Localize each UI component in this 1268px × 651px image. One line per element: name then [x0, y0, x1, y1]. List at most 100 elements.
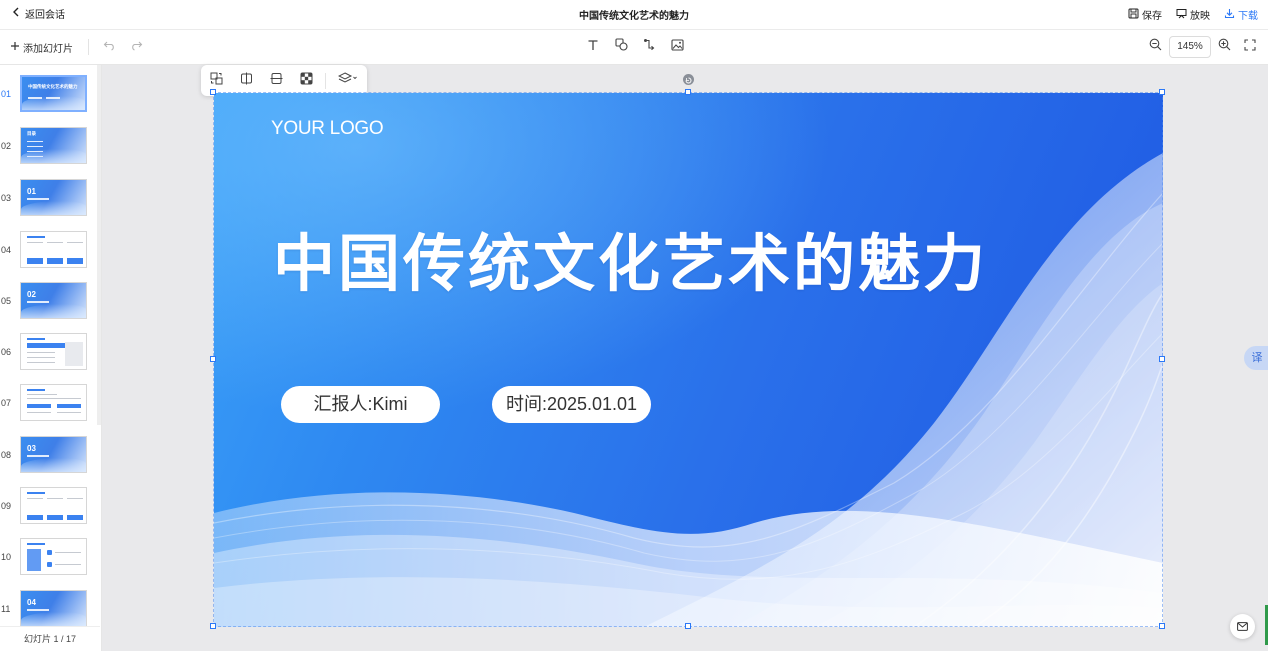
thumb-line	[27, 362, 55, 363]
resize-handle-right[interactable]	[1159, 356, 1165, 362]
thumb-line	[57, 412, 81, 413]
insert-shape-button[interactable]	[614, 38, 628, 54]
thumb-block	[47, 550, 52, 555]
flip-horizontal-button[interactable]	[239, 72, 254, 88]
toolbar-divider	[88, 39, 89, 55]
resize-handle-left[interactable]	[210, 356, 216, 362]
slide-thumb-07[interactable]: 07	[0, 384, 101, 424]
thumb-block	[27, 404, 51, 408]
thumb-section-number: 03	[27, 444, 36, 453]
zoom-in-button[interactable]	[1218, 38, 1231, 56]
resize-handle-bottom-left[interactable]	[210, 623, 216, 629]
thumb-photo	[65, 342, 83, 366]
thumb-line	[55, 552, 81, 553]
insert-tools	[586, 38, 684, 54]
thumb-line	[55, 564, 81, 565]
download-label: 下载	[1238, 11, 1258, 22]
thumb-block	[27, 343, 65, 348]
top-actions: 保存 放映 下载	[1128, 7, 1258, 22]
slide-thumb-05[interactable]: 05 02	[0, 282, 101, 322]
zoom-out-icon	[1149, 38, 1162, 55]
thumb-line	[27, 498, 43, 499]
transparency-button[interactable]	[299, 72, 314, 88]
slide-logo-text[interactable]: YOUR LOGO	[271, 118, 384, 140]
present-button[interactable]: 放映	[1176, 7, 1210, 22]
zoom-in-icon	[1218, 38, 1231, 55]
rotate-handle[interactable]	[683, 74, 694, 85]
save-button[interactable]: 保存	[1128, 7, 1162, 22]
add-slide-button[interactable]: 添加幻灯片	[10, 40, 73, 55]
slide-thumbnail-panel: 01 中国传统文化艺术的魅力 02 目录 03 01 04 05 02 06 0…	[0, 65, 102, 651]
mail-icon	[1237, 618, 1248, 636]
editor-toolbar: 添加幻灯片 145%	[0, 30, 1268, 65]
thumb-block	[47, 562, 52, 567]
document-title: 中国传统文化艺术的魅力	[579, 11, 689, 22]
redo-button[interactable]	[130, 39, 143, 54]
undo-button[interactable]	[103, 39, 116, 54]
slide-number: 02	[1, 141, 12, 151]
thumb-wave	[21, 304, 86, 318]
feedback-button[interactable]	[1230, 614, 1255, 639]
slide-thumb-11[interactable]: 11 04	[0, 590, 101, 630]
thumb-line	[67, 498, 83, 499]
slide-thumb-01[interactable]: 01 中国传统文化艺术的魅力	[0, 75, 101, 115]
thumb-block	[27, 258, 43, 264]
resize-handle-bottom[interactable]	[685, 623, 691, 629]
zoom-level-input[interactable]: 145%	[1169, 36, 1211, 58]
slide-thumbnail: 01	[20, 179, 87, 216]
slide-thumb-03[interactable]: 03 01	[0, 179, 101, 219]
date-pill[interactable]: 时间:2025.01.01	[492, 386, 651, 423]
replace-image-button[interactable]	[209, 72, 224, 90]
thumb-line	[27, 394, 57, 395]
slide-canvas[interactable]: YOUR LOGO 中国传统文化艺术的魅力 汇报人:Kimi 时间:2025.0…	[214, 93, 1163, 627]
thumb-block	[27, 515, 43, 520]
slide-thumb-09[interactable]: 09	[0, 487, 101, 527]
insert-connector-button[interactable]	[642, 39, 656, 54]
slide-counter: 幻灯片 1 / 17	[0, 626, 100, 651]
present-icon	[1176, 8, 1187, 22]
thumb-block	[57, 404, 81, 408]
thumb-line	[27, 242, 43, 243]
flip-vertical-button[interactable]	[269, 72, 284, 88]
slide-number: 11	[1, 604, 11, 614]
thumb-block	[27, 549, 41, 571]
replace-icon	[210, 72, 223, 90]
slide-number: 04	[1, 245, 12, 255]
download-button[interactable]: 下载	[1224, 7, 1258, 22]
thumb-line	[27, 146, 43, 147]
thumb-block	[67, 515, 83, 520]
thumb-wave	[21, 201, 86, 215]
slide-thumb-08[interactable]: 08 03	[0, 436, 101, 476]
slide-thumbnail: 中国传统文化艺术的魅力	[20, 75, 87, 112]
slide-number: 03	[1, 193, 12, 203]
reporter-pill[interactable]: 汇报人:Kimi	[281, 386, 440, 423]
slide-thumbnail	[20, 231, 87, 268]
zoom-out-button[interactable]	[1149, 38, 1162, 56]
slide-thumb-02[interactable]: 02 目录	[0, 127, 101, 167]
slide-thumb-10[interactable]: 10	[0, 538, 101, 578]
download-icon	[1224, 8, 1235, 22]
top-bar: 返回会话 中国传统文化艺术的魅力 保存 放映 下载	[0, 0, 1268, 30]
thumb-section-number: 01	[27, 187, 36, 196]
thumb-line	[27, 141, 43, 142]
slide-number: 05	[1, 296, 12, 306]
translate-button[interactable]: 译	[1244, 346, 1268, 370]
slide-title[interactable]: 中国传统文化艺术的魅力	[273, 213, 988, 303]
slide-thumb-06[interactable]: 06	[0, 333, 101, 373]
slide-thumb-04[interactable]: 04	[0, 231, 101, 271]
redo-icon	[130, 39, 143, 54]
toolbar-divider	[325, 72, 326, 89]
thumb-section-number: 04	[27, 598, 36, 607]
zoom-controls: 145%	[1149, 36, 1256, 58]
slide-thumbnail: 04	[20, 590, 87, 627]
resize-handle-bottom-right[interactable]	[1159, 623, 1165, 629]
plus-icon	[10, 41, 20, 54]
resize-handle-top[interactable]	[685, 89, 691, 95]
fullscreen-button[interactable]	[1244, 38, 1256, 56]
thumb-wave	[21, 149, 86, 163]
resize-handle-top-left[interactable]	[210, 89, 216, 95]
insert-image-button[interactable]	[670, 39, 684, 54]
insert-text-button[interactable]	[586, 40, 600, 54]
resize-handle-top-right[interactable]	[1159, 89, 1165, 95]
layer-order-dropdown[interactable]	[337, 71, 359, 88]
